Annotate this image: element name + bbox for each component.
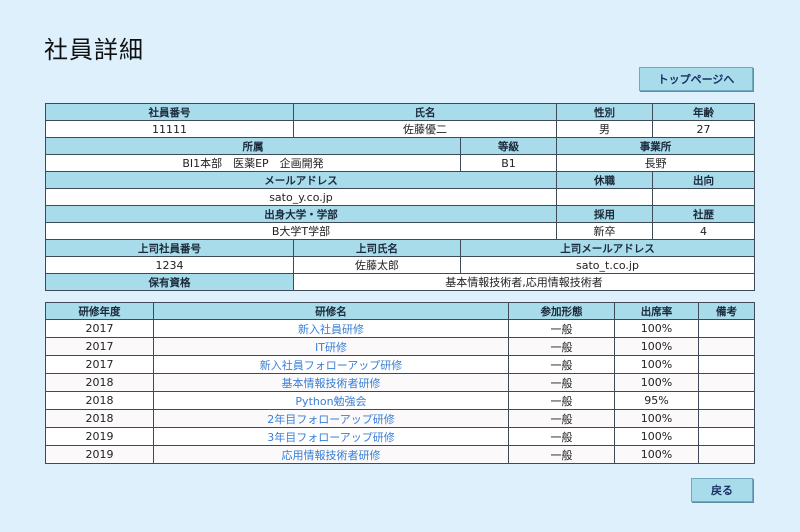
office-value: 長野 [556, 154, 755, 172]
training-note-header: 備考 [698, 302, 755, 320]
school-label: 出身大学・学部 [45, 205, 557, 223]
training-form: 一般 [508, 445, 615, 464]
name-label: 氏名 [293, 103, 557, 121]
name-value: 佐藤優二 [293, 120, 557, 138]
boss-id-value: 1234 [45, 256, 294, 274]
training-year: 2018 [45, 373, 154, 392]
hire-type-label: 採用 [556, 205, 653, 223]
boss-email-label: 上司メールアドレス [460, 239, 755, 257]
department-value: BI1本部 医薬EP 企画開発 [45, 154, 461, 172]
employee-info-table: 社員番号 氏名 性別 年齢 11111 佐藤優二 男 27 所属 等級 事業所 … [45, 103, 755, 291]
leave-label: 休職 [556, 171, 653, 189]
training-form: 一般 [508, 391, 615, 410]
gender-value: 男 [556, 120, 653, 138]
training-attendance: 100% [614, 319, 699, 338]
training-attendance: 100% [614, 445, 699, 464]
employee-id-label: 社員番号 [45, 103, 294, 121]
training-note [698, 355, 755, 374]
table-row: 2018 基本情報技術者研修 一般 100% [45, 373, 755, 392]
training-name-link[interactable]: Python勉強会 [153, 391, 509, 410]
training-year: 2018 [45, 391, 154, 410]
boss-id-label: 上司社員番号 [45, 239, 294, 257]
training-attendance: 100% [614, 373, 699, 392]
grade-label: 等級 [460, 137, 557, 155]
training-name-link[interactable]: IT研修 [153, 337, 509, 356]
training-name-link[interactable]: 応用情報技術者研修 [153, 445, 509, 464]
training-form: 一般 [508, 409, 615, 428]
boss-email-value: sato_t.co.jp [460, 256, 755, 274]
email-value: sato_y.co.jp [45, 188, 557, 206]
training-note [698, 391, 755, 410]
table-row: 2018 2年目フォローアップ研修 一般 100% [45, 409, 755, 428]
table-row: 2019 応用情報技術者研修 一般 100% [45, 445, 755, 464]
hire-type-value: 新卒 [556, 222, 653, 240]
training-note [698, 319, 755, 338]
email-label: メールアドレス [45, 171, 557, 189]
page-title: 社員詳細 [44, 36, 144, 64]
training-attendance-header: 出席率 [614, 302, 699, 320]
training-form: 一般 [508, 337, 615, 356]
training-year: 2017 [45, 319, 154, 338]
qualifications-value: 基本情報技術者,応用情報技術者 [293, 273, 755, 291]
training-attendance: 100% [614, 337, 699, 356]
age-value: 27 [652, 120, 755, 138]
table-row: 2017 新入社員研修 一般 100% [45, 319, 755, 338]
training-form: 一般 [508, 355, 615, 374]
training-name-link[interactable]: 基本情報技術者研修 [153, 373, 509, 392]
training-year: 2018 [45, 409, 154, 428]
grade-value: B1 [460, 154, 557, 172]
gender-label: 性別 [556, 103, 653, 121]
tenure-value: 4 [652, 222, 755, 240]
table-row: 2019 3年目フォローアップ研修 一般 100% [45, 427, 755, 446]
training-name-link[interactable]: 新入社員研修 [153, 319, 509, 338]
office-label: 事業所 [556, 137, 755, 155]
training-note [698, 427, 755, 446]
training-table: 研修年度 研修名 参加形態 出席率 備考 2017 新入社員研修 一般 100%… [45, 302, 755, 464]
table-row: 2017 新入社員フォローアップ研修 一般 100% [45, 355, 755, 374]
training-attendance: 100% [614, 409, 699, 428]
secondment-value [652, 188, 755, 206]
training-year: 2017 [45, 337, 154, 356]
tenure-label: 社歴 [652, 205, 755, 223]
top-page-button[interactable]: トップページへ [639, 67, 753, 91]
department-label: 所属 [45, 137, 461, 155]
qualifications-label: 保有資格 [45, 273, 294, 291]
training-note [698, 445, 755, 464]
training-name-link[interactable]: 新入社員フォローアップ研修 [153, 355, 509, 374]
age-label: 年齢 [652, 103, 755, 121]
school-value: B大学T学部 [45, 222, 557, 240]
training-name-link[interactable]: 2年目フォローアップ研修 [153, 409, 509, 428]
training-year: 2019 [45, 445, 154, 464]
employee-id-value: 11111 [45, 120, 294, 138]
training-attendance: 100% [614, 355, 699, 374]
training-form: 一般 [508, 373, 615, 392]
table-row: 2017 IT研修 一般 100% [45, 337, 755, 356]
training-form: 一般 [508, 427, 615, 446]
table-row: 2018 Python勉強会 一般 95% [45, 391, 755, 410]
training-year: 2017 [45, 355, 154, 374]
training-attendance: 100% [614, 427, 699, 446]
training-name-link[interactable]: 3年目フォローアップ研修 [153, 427, 509, 446]
training-note [698, 373, 755, 392]
info-row-1: 社員番号 氏名 性別 年齢 [45, 103, 755, 121]
boss-name-label: 上司氏名 [293, 239, 461, 257]
training-note [698, 337, 755, 356]
training-note [698, 409, 755, 428]
training-attendance: 95% [614, 391, 699, 410]
secondment-label: 出向 [652, 171, 755, 189]
boss-name-value: 佐藤太郎 [293, 256, 461, 274]
training-name-header: 研修名 [153, 302, 509, 320]
training-year: 2019 [45, 427, 154, 446]
leave-value [556, 188, 653, 206]
training-form: 一般 [508, 319, 615, 338]
back-button[interactable]: 戻る [691, 478, 753, 502]
training-year-header: 研修年度 [45, 302, 154, 320]
training-form-header: 参加形態 [508, 302, 615, 320]
